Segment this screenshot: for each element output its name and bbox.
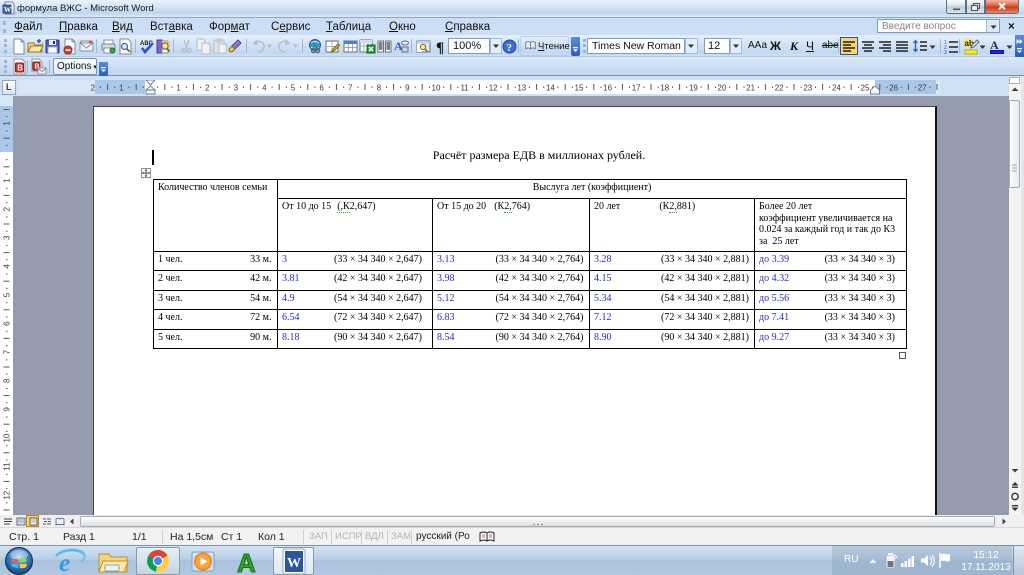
svg-text:1: 1 bbox=[176, 84, 181, 93]
svg-text:3: 3 bbox=[944, 50, 947, 55]
svg-text:2: 2 bbox=[205, 84, 210, 93]
svg-text:1: 1 bbox=[3, 178, 12, 183]
svg-text:21: 21 bbox=[746, 84, 755, 93]
svg-text:22: 22 bbox=[775, 84, 784, 93]
svg-text:7: 7 bbox=[348, 84, 353, 93]
svg-text:4: 4 bbox=[262, 84, 267, 93]
svg-text:2: 2 bbox=[91, 84, 96, 93]
svg-text:13: 13 bbox=[517, 84, 526, 93]
svg-text:10: 10 bbox=[432, 84, 441, 93]
svg-text:11: 11 bbox=[3, 462, 12, 471]
svg-text:23: 23 bbox=[803, 84, 812, 93]
svg-text:25: 25 bbox=[861, 84, 870, 93]
svg-text:11: 11 bbox=[460, 84, 469, 93]
svg-text:5: 5 bbox=[3, 292, 12, 297]
svg-text:2: 2 bbox=[3, 206, 12, 211]
svg-text:8: 8 bbox=[3, 378, 12, 383]
svg-text:9: 9 bbox=[3, 407, 12, 412]
svg-text:5: 5 bbox=[291, 84, 296, 93]
svg-text:W: W bbox=[287, 556, 301, 571]
svg-text:16: 16 bbox=[603, 84, 612, 93]
svg-text:1: 1 bbox=[3, 121, 12, 126]
svg-text:B: B bbox=[17, 64, 23, 73]
svg-text:12: 12 bbox=[3, 490, 12, 499]
svg-text:26: 26 bbox=[889, 84, 898, 93]
svg-text:8: 8 bbox=[377, 84, 382, 93]
svg-text:18: 18 bbox=[660, 84, 669, 93]
svg-text:4: 4 bbox=[3, 264, 12, 269]
svg-text:6: 6 bbox=[3, 321, 12, 326]
svg-text:?: ? bbox=[507, 42, 513, 54]
svg-text:20: 20 bbox=[718, 84, 727, 93]
svg-text:3: 3 bbox=[234, 84, 239, 93]
svg-text:10: 10 bbox=[3, 433, 12, 442]
svg-text:7: 7 bbox=[3, 349, 12, 354]
svg-text:24: 24 bbox=[832, 84, 841, 93]
svg-text:¶: ¶ bbox=[436, 40, 444, 55]
svg-text:15: 15 bbox=[575, 84, 584, 93]
svg-text:A: A bbox=[237, 548, 256, 575]
svg-text:6: 6 bbox=[319, 84, 324, 93]
svg-text:27: 27 bbox=[918, 84, 927, 93]
svg-text:19: 19 bbox=[689, 84, 698, 93]
svg-text:14: 14 bbox=[546, 84, 555, 93]
svg-text:3: 3 bbox=[3, 235, 12, 240]
svg-text:1: 1 bbox=[119, 84, 124, 93]
svg-text:9: 9 bbox=[405, 84, 410, 93]
svg-text:W: W bbox=[4, 5, 12, 14]
svg-text:12: 12 bbox=[489, 84, 498, 93]
svg-text:17: 17 bbox=[632, 84, 641, 93]
